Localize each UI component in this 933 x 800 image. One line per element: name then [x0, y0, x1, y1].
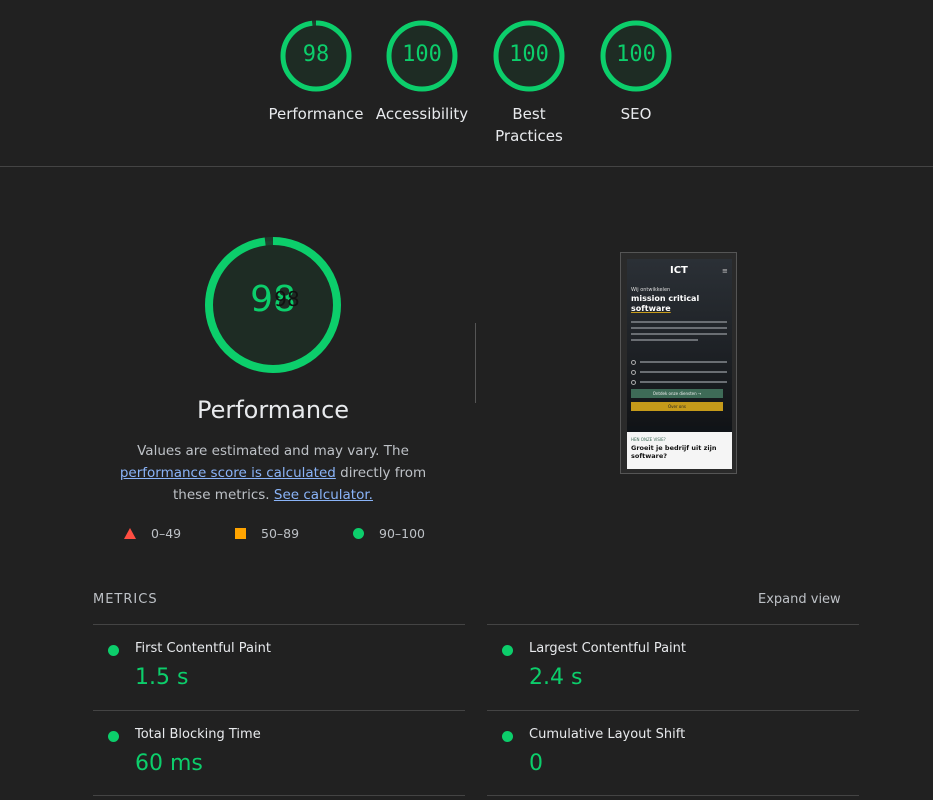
screenshot-hero: ICT ≡ Wij ontwikkelen mission critical s… — [627, 259, 732, 426]
triangle-icon — [124, 528, 136, 539]
legend-range: 0–49 — [151, 526, 182, 541]
metric-value: 2.4 s — [529, 665, 583, 690]
legend-fail: 0–49 — [124, 526, 181, 541]
metric-value: 1.5 s — [135, 665, 189, 690]
hero-line-2: software — [631, 304, 671, 313]
gauge-score: 100 — [616, 42, 656, 67]
check-circle-icon — [631, 359, 636, 365]
screenshot-eyebrow: HEN ONZE VISIE? — [631, 437, 666, 442]
legend-pass: 90–100 — [353, 526, 425, 541]
gauge-score: 100 — [402, 42, 442, 67]
metric-name: First Contentful Paint — [135, 641, 271, 656]
expand-view-toggle[interactable]: Expand view — [758, 592, 841, 607]
gauge-score: 98 — [302, 42, 330, 67]
performance-title: Performance — [196, 396, 350, 424]
square-icon — [235, 528, 246, 539]
screenshot-hero-title: mission critical software — [631, 294, 727, 314]
legend-range: 50–89 — [261, 526, 300, 541]
pass-circle-icon — [108, 645, 119, 656]
check-circle-icon — [631, 369, 636, 375]
screenshot-section: HEN ONZE VISIE? Groeit je bedrijf uit zi… — [627, 432, 732, 469]
gauge-label: Accessibility — [375, 105, 469, 123]
pass-circle-icon — [502, 645, 513, 656]
metric-name: Cumulative Layout Shift — [529, 727, 686, 742]
text-line — [640, 361, 727, 363]
performance-description: Values are estimated and may vary. The p… — [103, 440, 443, 506]
legend-average: 50–89 — [235, 526, 299, 541]
legend-range: 90–100 — [379, 526, 426, 541]
screenshot-secondary-button: Over ons — [631, 402, 723, 411]
metric-value: 0 — [529, 751, 543, 776]
see-calculator-link[interactable]: See calculator. — [274, 487, 373, 503]
screenshot-page: ICT ≡ Wij ontwikkelen mission critical s… — [627, 259, 732, 469]
metric-cls: Cumulative Layout Shift 0 — [487, 710, 859, 796]
metrics-divider — [93, 795, 465, 796]
circle-icon — [353, 528, 364, 539]
pass-circle-icon — [502, 731, 513, 742]
desc-prefix: Values are estimated and may vary. The — [137, 443, 409, 459]
screenshot-paragraph — [631, 321, 727, 345]
gauge-label: Best Practices — [495, 105, 563, 145]
gauge-label: SEO — [620, 105, 652, 123]
screenshot-primary-button: Ontdek onze diensten → — [631, 389, 723, 398]
text-line — [640, 381, 727, 383]
final-screenshot[interactable]: ICT ≡ Wij ontwikkelen mission critical s… — [620, 252, 737, 474]
screenshot-section-title: Groeit je bedrijf uit zijn software? — [631, 444, 717, 460]
check-row — [631, 359, 727, 365]
screenshot-logo: ICT — [670, 265, 688, 276]
text-line — [631, 327, 727, 329]
metrics-header: METRICS — [93, 592, 158, 607]
metric-name: Total Blocking Time — [135, 727, 261, 742]
screenshot-hero-small: Wij ontwikkelen — [631, 287, 671, 293]
text-line — [631, 339, 699, 341]
check-row — [631, 369, 727, 375]
gauge-seo[interactable]: 100 SEO — [586, 19, 686, 125]
gauge-score: 100 — [509, 42, 549, 67]
metric-value: 60 ms — [135, 751, 203, 776]
text-line — [640, 371, 727, 373]
category-scores: 98 Performance 100 Accessibility 100 Bes… — [0, 0, 933, 167]
metrics-divider — [487, 795, 859, 796]
pass-circle-icon — [108, 731, 119, 742]
gauge-label: Performance — [268, 105, 364, 123]
performance-gauge-large: 98 98 — [203, 235, 343, 375]
metric-fcp: First Contentful Paint 1.5 s — [93, 624, 465, 710]
hero-line-1: mission critical — [631, 294, 700, 303]
text-line — [631, 321, 727, 323]
text-line — [631, 333, 727, 335]
metric-lcp: Largest Contentful Paint 2.4 s — [487, 624, 859, 710]
check-row — [631, 379, 727, 385]
vertical-divider — [475, 323, 476, 403]
performance-score-overlay: 98 — [274, 287, 300, 311]
metric-tbt: Total Blocking Time 60 ms — [93, 710, 465, 796]
gauge-accessibility[interactable]: 100 Accessibility — [372, 19, 472, 125]
metric-name: Largest Contentful Paint — [529, 641, 687, 656]
check-circle-icon — [631, 379, 636, 385]
gauge-best-practices[interactable]: 100 Best Practices — [479, 19, 579, 147]
hamburger-icon: ≡ — [722, 267, 728, 275]
score-calculated-link[interactable]: performance score is calculated — [120, 465, 336, 481]
gauge-performance[interactable]: 98 Performance — [266, 19, 366, 125]
